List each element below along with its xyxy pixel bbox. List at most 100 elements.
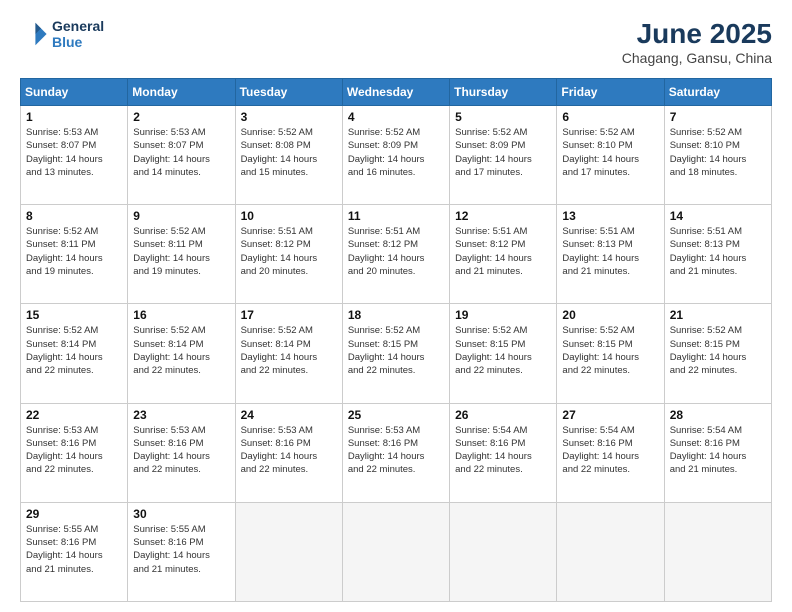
day-info: Sunrise: 5:54 AM Sunset: 8:16 PM Dayligh… bbox=[670, 424, 766, 477]
calendar-week-row: 15 Sunrise: 5:52 AM Sunset: 8:14 PM Dayli… bbox=[21, 304, 772, 403]
day-number: 3 bbox=[241, 110, 337, 124]
day-info: Sunrise: 5:53 AM Sunset: 8:16 PM Dayligh… bbox=[133, 424, 229, 477]
calendar-week-row: 22 Sunrise: 5:53 AM Sunset: 8:16 PM Dayli… bbox=[21, 403, 772, 502]
calendar-table: Sunday Monday Tuesday Wednesday Thursday… bbox=[20, 78, 772, 602]
day-info: Sunrise: 5:52 AM Sunset: 8:15 PM Dayligh… bbox=[455, 324, 551, 377]
table-row: 27 Sunrise: 5:54 AM Sunset: 8:16 PM Dayli… bbox=[557, 403, 664, 502]
day-info: Sunrise: 5:53 AM Sunset: 8:16 PM Dayligh… bbox=[241, 424, 337, 477]
logo: General Blue bbox=[20, 18, 104, 50]
day-number: 10 bbox=[241, 209, 337, 223]
table-row: 16Sunrise: 5:52 AM Sunset: 8:14 PM Dayli… bbox=[128, 304, 235, 403]
day-info: Sunrise: 5:55 AM Sunset: 8:16 PM Dayligh… bbox=[133, 523, 229, 576]
header-friday: Friday bbox=[557, 79, 664, 106]
day-info: Sunrise: 5:52 AM Sunset: 8:09 PM Dayligh… bbox=[348, 126, 444, 179]
table-row: 29Sunrise: 5:55 AM Sunset: 8:16 PM Dayli… bbox=[21, 502, 128, 601]
day-info: Sunrise: 5:52 AM Sunset: 8:10 PM Dayligh… bbox=[562, 126, 658, 179]
header-wednesday: Wednesday bbox=[342, 79, 449, 106]
table-row: 9Sunrise: 5:52 AM Sunset: 8:11 PM Daylig… bbox=[128, 205, 235, 304]
table-row: 11 Sunrise: 5:51 AM Sunset: 8:12 PM Dayli… bbox=[342, 205, 449, 304]
title-section: June 2025 Chagang, Gansu, China bbox=[622, 18, 772, 66]
table-row: 30Sunrise: 5:55 AM Sunset: 8:16 PM Dayli… bbox=[128, 502, 235, 601]
day-info: Sunrise: 5:51 AM Sunset: 8:12 PM Dayligh… bbox=[348, 225, 444, 278]
day-info: Sunrise: 5:53 AM Sunset: 8:07 PM Dayligh… bbox=[133, 126, 229, 179]
day-number: 2 bbox=[133, 110, 229, 124]
day-info: Sunrise: 5:54 AM Sunset: 8:16 PM Dayligh… bbox=[562, 424, 658, 477]
day-info: Sunrise: 5:52 AM Sunset: 8:14 PM Dayligh… bbox=[241, 324, 337, 377]
day-info: Sunrise: 5:53 AM Sunset: 8:16 PM Dayligh… bbox=[26, 424, 122, 477]
table-row: 5 Sunrise: 5:52 AM Sunset: 8:09 PM Daylig… bbox=[450, 106, 557, 205]
calendar-week-row: 1 Sunrise: 5:53 AM Sunset: 8:07 PM Daylig… bbox=[21, 106, 772, 205]
day-number: 18 bbox=[348, 308, 444, 322]
table-row: 7Sunrise: 5:52 AM Sunset: 8:10 PM Daylig… bbox=[664, 106, 771, 205]
table-row bbox=[450, 502, 557, 601]
day-number: 5 bbox=[455, 110, 551, 124]
day-info: Sunrise: 5:52 AM Sunset: 8:08 PM Dayligh… bbox=[241, 126, 337, 179]
table-row: 19 Sunrise: 5:52 AM Sunset: 8:15 PM Dayli… bbox=[450, 304, 557, 403]
table-row: 28 Sunrise: 5:54 AM Sunset: 8:16 PM Dayli… bbox=[664, 403, 771, 502]
table-row: 22 Sunrise: 5:53 AM Sunset: 8:16 PM Dayli… bbox=[21, 403, 128, 502]
day-info: Sunrise: 5:52 AM Sunset: 8:14 PM Dayligh… bbox=[133, 324, 229, 377]
table-row: 3 Sunrise: 5:52 AM Sunset: 8:08 PM Daylig… bbox=[235, 106, 342, 205]
day-info: Sunrise: 5:52 AM Sunset: 8:11 PM Dayligh… bbox=[133, 225, 229, 278]
day-info: Sunrise: 5:52 AM Sunset: 8:14 PM Dayligh… bbox=[26, 324, 122, 377]
table-row: 1Sunrise: 5:53 AM Sunset: 8:07 PM Daylig… bbox=[21, 106, 128, 205]
day-number: 23 bbox=[133, 408, 229, 422]
day-number: 6 bbox=[562, 110, 658, 124]
day-info: Sunrise: 5:54 AM Sunset: 8:16 PM Dayligh… bbox=[455, 424, 551, 477]
table-row: 2 Sunrise: 5:53 AM Sunset: 8:07 PM Daylig… bbox=[128, 106, 235, 205]
table-row: 15 Sunrise: 5:52 AM Sunset: 8:14 PM Dayli… bbox=[21, 304, 128, 403]
table-row: 8 Sunrise: 5:52 AM Sunset: 8:11 PM Daylig… bbox=[21, 205, 128, 304]
table-row: 12 Sunrise: 5:51 AM Sunset: 8:12 PM Dayli… bbox=[450, 205, 557, 304]
table-row: 18 Sunrise: 5:52 AM Sunset: 8:15 PM Dayli… bbox=[342, 304, 449, 403]
day-info: Sunrise: 5:52 AM Sunset: 8:15 PM Dayligh… bbox=[670, 324, 766, 377]
day-number: 20 bbox=[562, 308, 658, 322]
table-row: 24 Sunrise: 5:53 AM Sunset: 8:16 PM Dayli… bbox=[235, 403, 342, 502]
table-row: 25 Sunrise: 5:53 AM Sunset: 8:16 PM Dayli… bbox=[342, 403, 449, 502]
table-row bbox=[235, 502, 342, 601]
day-number: 7 bbox=[670, 110, 766, 124]
table-row: 21 Sunrise: 5:52 AM Sunset: 8:15 PM Dayli… bbox=[664, 304, 771, 403]
day-info: Sunrise: 5:52 AM Sunset: 8:15 PM Dayligh… bbox=[562, 324, 658, 377]
table-row: 4Sunrise: 5:52 AM Sunset: 8:09 PM Daylig… bbox=[342, 106, 449, 205]
calendar-header-row: Sunday Monday Tuesday Wednesday Thursday… bbox=[21, 79, 772, 106]
day-number: 14 bbox=[670, 209, 766, 223]
day-info: Sunrise: 5:53 AM Sunset: 8:16 PM Dayligh… bbox=[348, 424, 444, 477]
day-number: 17 bbox=[241, 308, 337, 322]
day-info: Sunrise: 5:55 AM Sunset: 8:16 PM Dayligh… bbox=[26, 523, 122, 576]
day-number: 25 bbox=[348, 408, 444, 422]
day-number: 24 bbox=[241, 408, 337, 422]
day-info: Sunrise: 5:51 AM Sunset: 8:13 PM Dayligh… bbox=[670, 225, 766, 278]
page: General Blue June 2025 Chagang, Gansu, C… bbox=[0, 0, 792, 612]
day-number: 1 bbox=[26, 110, 122, 124]
header-thursday: Thursday bbox=[450, 79, 557, 106]
day-number: 22 bbox=[26, 408, 122, 422]
table-row: 23 Sunrise: 5:53 AM Sunset: 8:16 PM Dayli… bbox=[128, 403, 235, 502]
day-number: 8 bbox=[26, 209, 122, 223]
header-monday: Monday bbox=[128, 79, 235, 106]
day-number: 15 bbox=[26, 308, 122, 322]
day-number: 12 bbox=[455, 209, 551, 223]
day-info: Sunrise: 5:52 AM Sunset: 8:09 PM Dayligh… bbox=[455, 126, 551, 179]
table-row: 26Sunrise: 5:54 AM Sunset: 8:16 PM Dayli… bbox=[450, 403, 557, 502]
table-row: 10 Sunrise: 5:51 AM Sunset: 8:12 PM Dayli… bbox=[235, 205, 342, 304]
day-number: 27 bbox=[562, 408, 658, 422]
day-number: 11 bbox=[348, 209, 444, 223]
day-info: Sunrise: 5:52 AM Sunset: 8:15 PM Dayligh… bbox=[348, 324, 444, 377]
logo-text: General Blue bbox=[52, 18, 104, 50]
table-row: 17 Sunrise: 5:52 AM Sunset: 8:14 PM Dayli… bbox=[235, 304, 342, 403]
calendar-week-row: 8 Sunrise: 5:52 AM Sunset: 8:11 PM Daylig… bbox=[21, 205, 772, 304]
day-number: 19 bbox=[455, 308, 551, 322]
table-row: 14 Sunrise: 5:51 AM Sunset: 8:13 PM Dayli… bbox=[664, 205, 771, 304]
day-info: Sunrise: 5:52 AM Sunset: 8:11 PM Dayligh… bbox=[26, 225, 122, 278]
header: General Blue June 2025 Chagang, Gansu, C… bbox=[20, 18, 772, 66]
day-info: Sunrise: 5:51 AM Sunset: 8:12 PM Dayligh… bbox=[241, 225, 337, 278]
day-info: Sunrise: 5:51 AM Sunset: 8:12 PM Dayligh… bbox=[455, 225, 551, 278]
day-number: 13 bbox=[562, 209, 658, 223]
header-sunday: Sunday bbox=[21, 79, 128, 106]
day-number: 28 bbox=[670, 408, 766, 422]
logo-icon bbox=[20, 20, 48, 48]
table-row bbox=[342, 502, 449, 601]
day-info: Sunrise: 5:51 AM Sunset: 8:13 PM Dayligh… bbox=[562, 225, 658, 278]
table-row: 13 Sunrise: 5:51 AM Sunset: 8:13 PM Dayli… bbox=[557, 205, 664, 304]
day-number: 21 bbox=[670, 308, 766, 322]
